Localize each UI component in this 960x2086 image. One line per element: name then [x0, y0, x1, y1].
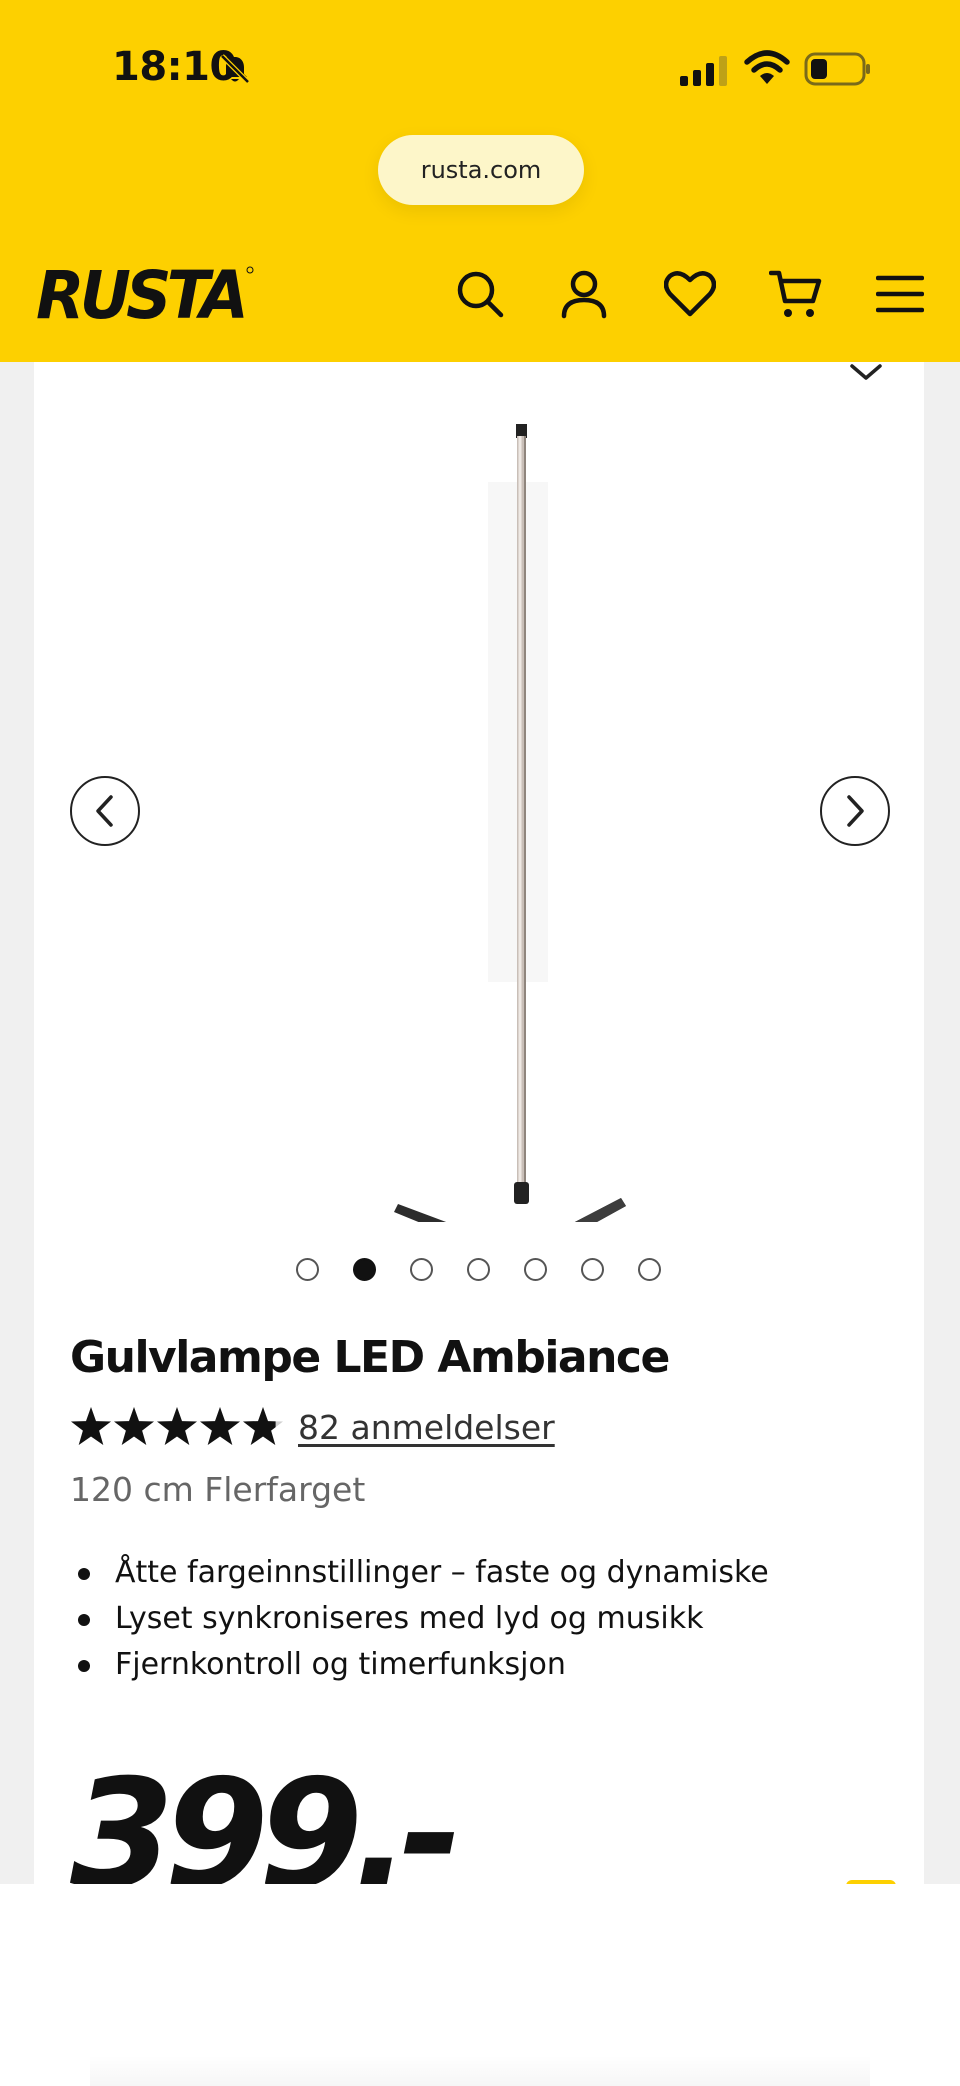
url-bar[interactable]: rusta.com [378, 135, 584, 205]
chevron-left-icon [96, 795, 113, 827]
search-button[interactable] [452, 266, 508, 322]
star-icon-filled [114, 1407, 154, 1445]
wifi-icon [744, 50, 790, 84]
cart-icon [769, 270, 822, 317]
feature-item: Fjernkontroll og timerfunksjon [70, 1642, 769, 1688]
heart-icon [664, 271, 716, 317]
gallery-dot[interactable] [353, 1258, 376, 1281]
star-icon-filled [71, 1407, 111, 1445]
account-icon [561, 270, 607, 319]
product-features: Åtte fargeinnstillinger – faste og dynam… [70, 1550, 769, 1688]
cellular-signal-icon [680, 56, 727, 86]
cart-button[interactable] [768, 266, 824, 322]
gallery-dot[interactable] [581, 1258, 604, 1281]
feature-item: Åtte fargeinnstillinger – faste og dynam… [70, 1550, 769, 1596]
status-bar: 18:10 [0, 0, 960, 130]
gallery-dot[interactable] [638, 1258, 661, 1281]
page-background-right [924, 362, 960, 1884]
gallery-pagination [296, 1258, 661, 1284]
product-rating[interactable]: 82 anmeldelser [70, 1402, 555, 1452]
bottom-shade [90, 2056, 870, 2086]
gallery-dot[interactable] [467, 1258, 490, 1281]
star-icon-filled [200, 1407, 240, 1445]
gallery-dot[interactable] [524, 1258, 547, 1281]
gallery-next-button[interactable] [820, 776, 890, 846]
reviews-link[interactable]: 82 anmeldelser [298, 1408, 555, 1447]
product-card: Gulvlampe LED Ambiance 82 anmeldelser 12… [34, 362, 924, 1910]
rusta-logo[interactable]: RUSTA [34, 262, 256, 324]
feature-item: Lyset synkroniseres med lyd og musikk [70, 1596, 769, 1642]
battery-icon [804, 52, 870, 86]
bell-off-icon [220, 54, 250, 84]
svg-text:RUSTA: RUSTA [36, 262, 244, 324]
wishlist-button[interactable] [662, 266, 718, 322]
search-icon [457, 271, 504, 318]
chevron-down-icon[interactable] [846, 362, 886, 382]
gallery-dot[interactable] [410, 1258, 433, 1281]
site-header: 18:10 rusta.com RUSTA [0, 0, 960, 362]
menu-button[interactable] [872, 266, 928, 322]
gallery-prev-button[interactable] [70, 776, 140, 846]
floor-lamp-image [394, 424, 626, 1222]
gallery-dot[interactable] [296, 1258, 319, 1281]
product-gallery[interactable] [34, 362, 924, 1281]
product-variant: 120 cm Flerfarget [70, 1470, 366, 1509]
star-icon-filled [157, 1407, 197, 1445]
chevron-right-icon [847, 795, 864, 827]
account-button[interactable] [556, 266, 612, 322]
product-title: Gulvlampe LED Ambiance [70, 1332, 670, 1383]
menu-icon [876, 275, 924, 313]
page-background-left [0, 362, 34, 1884]
rating-stars [71, 1407, 283, 1445]
